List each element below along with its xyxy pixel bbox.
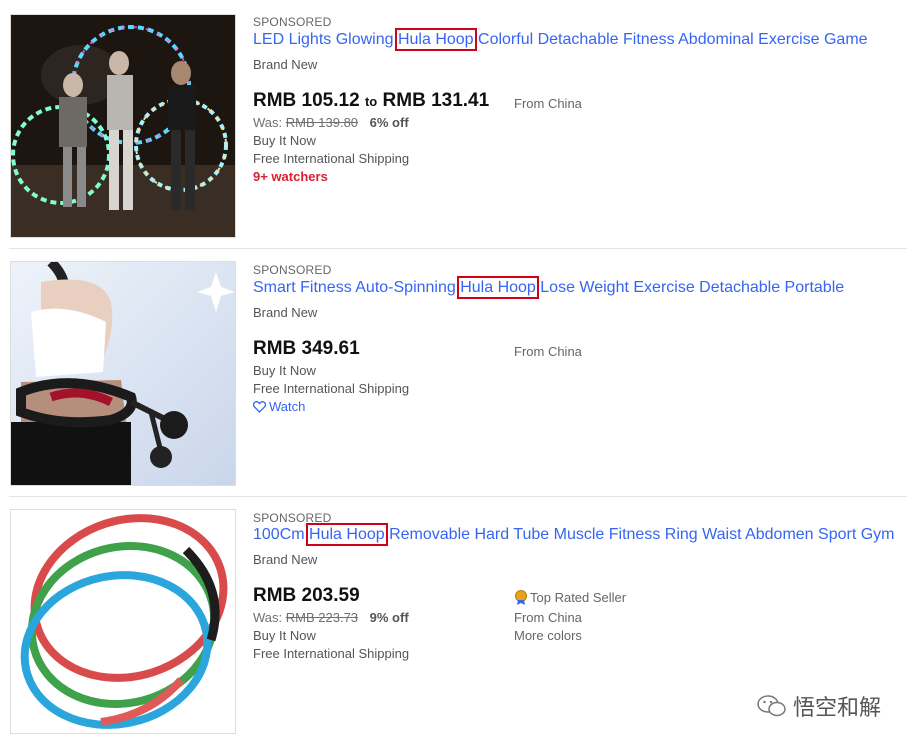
heart-icon: [252, 401, 267, 416]
title-highlight-hula-hoop[interactable]: Hula Hoop: [394, 28, 477, 51]
top-rated-seller: Top Rated Seller: [514, 590, 626, 608]
wechat-icon: [757, 694, 787, 724]
from-location: From China: [514, 96, 582, 111]
listing-title[interactable]: 100Cm Hula Hoop Removable Hard Tube Musc…: [253, 523, 894, 546]
more-colors: More colors: [514, 628, 582, 643]
listing-title[interactable]: LED Lights Glowing Hula Hoop Colorful De…: [253, 28, 868, 51]
title-highlight-hula-hoop[interactable]: Hula Hoop: [457, 276, 539, 299]
sponsored-label: SPONSORED: [253, 263, 332, 277]
title-post[interactable]: Removable Hard Tube Muscle Fitness Ring …: [385, 526, 894, 543]
discount-badge: 6% off: [369, 115, 409, 130]
title-highlight-hula-hoop[interactable]: Hula Hoop: [306, 523, 388, 546]
watch-label[interactable]: Watch: [269, 399, 305, 414]
was-price: RMB 139.80: [285, 115, 359, 130]
shipping-text: Free International Shipping: [253, 381, 410, 396]
watchers-count: 9+ watchers: [253, 169, 328, 184]
shipping-text: Free International Shipping: [253, 151, 410, 166]
watermark-text: 悟空和解: [793, 696, 882, 721]
listing-1: SPONSORED LED Lights Glowing Hula Hoop C…: [0, 0, 923, 245]
title-post[interactable]: Lose Weight Exercise Detachable Portable: [536, 279, 844, 296]
price: RMB 203.59: [253, 585, 360, 606]
sponsored-label: SPONSORED: [253, 511, 332, 525]
buy-it-now: Buy It Now: [253, 133, 316, 148]
buy-it-now: Buy It Now: [253, 628, 316, 643]
condition-text: Brand New: [253, 305, 318, 320]
listing-2: SPONSORED Smart Fitness Auto-Spinning Hu…: [0, 248, 923, 496]
listing-3-image[interactable]: [10, 509, 236, 734]
top-rated-label: Top Rated Seller: [530, 590, 627, 605]
was-label: Was:: [253, 115, 283, 130]
sponsored-label: SPONSORED: [253, 15, 332, 29]
title-post[interactable]: Colorful Detachable Fitness Abdominal Ex…: [474, 31, 868, 48]
listing-title[interactable]: Smart Fitness Auto-Spinning Hula Hoop Lo…: [253, 276, 844, 299]
watermark: 悟空和解: [757, 690, 881, 724]
discount-badge: 9% off: [369, 610, 409, 625]
top-rated-badge-icon: [514, 590, 528, 608]
shipping-text: Free International Shipping: [253, 646, 410, 661]
from-location: From China: [514, 344, 582, 359]
title-pre[interactable]: LED Lights Glowing: [253, 31, 398, 48]
listing-2-image[interactable]: [10, 261, 236, 486]
price: RMB 349.61: [253, 338, 360, 359]
watch-link[interactable]: Watch: [252, 399, 305, 416]
from-location: From China: [514, 610, 582, 625]
was-price-line: Was: RMB 223.73 9% off: [253, 610, 409, 625]
was-label: Was:: [253, 610, 283, 625]
was-price-line: Was: RMB 139.80 6% off: [253, 115, 409, 130]
condition-text: Brand New: [253, 552, 318, 567]
title-pre[interactable]: Smart Fitness Auto-Spinning: [253, 279, 460, 296]
price-low: RMB 105.12: [253, 90, 360, 111]
price-high: RMB 131.41: [382, 90, 490, 111]
title-pre[interactable]: 100Cm: [253, 526, 309, 543]
buy-it-now: Buy It Now: [253, 363, 316, 378]
was-price: RMB 223.73: [285, 610, 359, 625]
price-to: to: [364, 94, 378, 109]
price-range: RMB 105.12 to RMB 131.41: [253, 90, 489, 112]
condition-text: Brand New: [253, 57, 318, 72]
listing-1-image[interactable]: [10, 14, 236, 238]
